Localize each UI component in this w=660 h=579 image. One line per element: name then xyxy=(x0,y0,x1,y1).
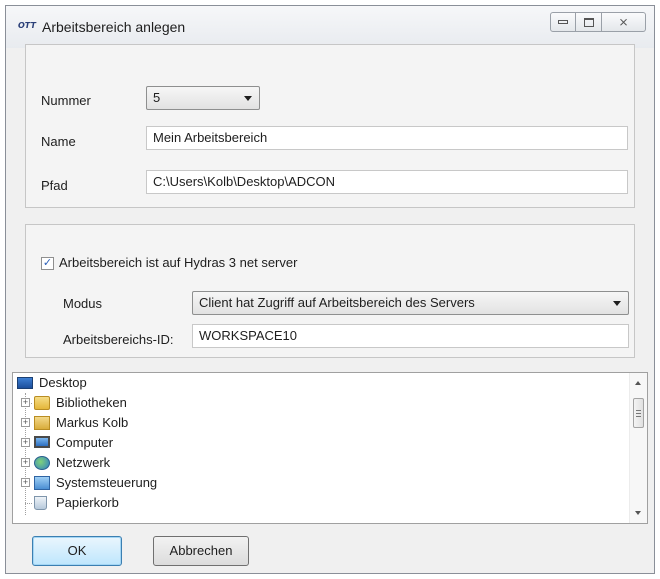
ok-button[interactable]: OK xyxy=(32,536,122,566)
cancel-button[interactable]: Abbrechen xyxy=(153,536,249,566)
grip-line xyxy=(636,413,641,414)
tree-item-label: Desktop xyxy=(39,375,87,390)
path-input[interactable]: C:\Users\Kolb\Desktop\ADCON xyxy=(146,170,628,194)
libraries-icon xyxy=(34,396,50,410)
window-controls: ⨯ xyxy=(550,12,646,32)
recycle-bin-icon xyxy=(34,496,47,510)
control-panel-icon xyxy=(34,476,50,490)
tree-item-label: Systemsteuerung xyxy=(56,475,158,490)
mode-dropdown[interactable]: Client hat Zugriff auf Arbeitsbereich de… xyxy=(192,291,629,315)
tree-guide-line xyxy=(25,393,26,515)
title-bar[interactable]: OTT Arbeitsbereich anlegen ⨯ xyxy=(6,6,654,48)
hydras-server-checkbox[interactable]: ✓ xyxy=(41,257,54,270)
user-folder-icon xyxy=(34,416,50,430)
maximize-icon xyxy=(583,17,594,27)
scroll-down-icon[interactable] xyxy=(635,511,641,515)
tree-item-label: Markus Kolb xyxy=(56,415,129,430)
workspace-id-label: Arbeitsbereichs-ID: xyxy=(63,332,174,347)
expand-icon[interactable]: + xyxy=(21,478,30,487)
grip-line xyxy=(636,416,641,417)
network-icon xyxy=(34,456,50,470)
grip-line xyxy=(636,410,641,411)
minimize-icon xyxy=(558,20,568,24)
scroll-thumb[interactable] xyxy=(633,398,644,428)
window-title: Arbeitsbereich anlegen xyxy=(42,19,186,35)
ott-app-icon: OTT xyxy=(18,21,36,30)
number-dropdown[interactable]: 5 xyxy=(146,86,260,110)
chevron-down-icon xyxy=(613,301,621,306)
chevron-down-icon xyxy=(244,96,252,101)
desktop-icon xyxy=(17,377,33,389)
mode-value: Client hat Zugriff auf Arbeitsbereich de… xyxy=(199,295,475,310)
folder-tree[interactable]: Desktop + Bibliotheken + Markus Kolb + C… xyxy=(12,372,648,524)
hydras-server-checkbox-label[interactable]: Arbeitsbereich ist auf Hydras 3 net serv… xyxy=(59,255,297,270)
tree-item-label: Bibliotheken xyxy=(56,395,127,410)
tree-item-label: Netzwerk xyxy=(56,455,111,470)
expand-icon[interactable]: + xyxy=(21,398,30,407)
tree-scrollbar[interactable] xyxy=(629,373,647,523)
computer-icon xyxy=(34,436,50,448)
name-label: Name xyxy=(41,134,76,149)
minimize-button[interactable] xyxy=(550,12,576,32)
expand-icon[interactable]: + xyxy=(21,458,30,467)
workspace-details-panel: Nummer 5 Name Mein Arbeitsbereich Pfad C… xyxy=(25,44,635,208)
dialog-window: OTT Arbeitsbereich anlegen ⨯ Nummer 5 Na… xyxy=(5,5,655,574)
tree-connector xyxy=(25,503,32,504)
tree-item-label: Papierkorb xyxy=(56,495,119,510)
workspace-id-input[interactable]: WORKSPACE10 xyxy=(192,324,629,348)
scroll-up-icon[interactable] xyxy=(635,381,641,385)
path-label: Pfad xyxy=(41,178,68,193)
server-panel: ✓ Arbeitsbereich ist auf Hydras 3 net se… xyxy=(25,224,635,358)
mode-label: Modus xyxy=(63,296,103,311)
expand-icon[interactable]: + xyxy=(21,438,30,447)
close-button[interactable]: ⨯ xyxy=(602,12,646,32)
close-icon: ⨯ xyxy=(618,15,629,29)
number-label: Nummer xyxy=(41,93,91,108)
number-value: 5 xyxy=(153,90,161,105)
maximize-button[interactable] xyxy=(576,12,602,32)
expand-icon[interactable]: + xyxy=(21,418,30,427)
tree-item-label: Computer xyxy=(56,435,114,450)
name-input[interactable]: Mein Arbeitsbereich xyxy=(146,126,628,150)
